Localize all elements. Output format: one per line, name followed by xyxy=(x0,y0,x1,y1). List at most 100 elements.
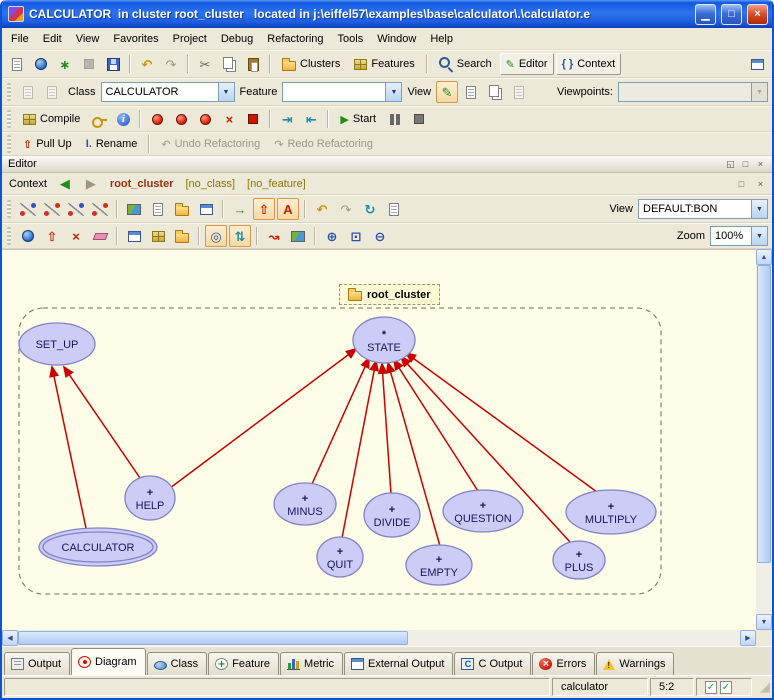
editor-panel-header[interactable]: Editor ◱ □ × xyxy=(2,156,772,173)
snapshot-icon[interactable] xyxy=(383,198,405,220)
copy-icon[interactable] xyxy=(218,53,240,75)
redo-diagram-icon[interactable]: ↷ xyxy=(335,198,357,220)
diagram-node-MULTIPLY[interactable]: +MULTIPLY xyxy=(566,490,656,534)
force-layout-icon[interactable]: ◎ xyxy=(205,225,227,247)
tab-metric[interactable]: Metric xyxy=(280,652,343,675)
context-forward-icon[interactable]: ▶ xyxy=(80,173,102,195)
menu-refactoring[interactable]: Refactoring xyxy=(260,30,330,48)
basic-text-view-icon[interactable]: ✎ xyxy=(436,81,458,103)
inheritance-mode-icon[interactable]: ⇧ xyxy=(253,198,275,220)
menu-help[interactable]: Help xyxy=(423,30,460,48)
attach-debugger-icon[interactable] xyxy=(194,108,216,130)
close-panel-icon[interactable]: × xyxy=(753,177,768,191)
step-into-icon[interactable]: ⇥ xyxy=(276,108,298,130)
grid-layout-icon[interactable] xyxy=(147,225,169,247)
run-no-breakpoints-icon[interactable] xyxy=(170,108,192,130)
minimize-button[interactable]: ▁ xyxy=(695,4,716,25)
context-class-crumb[interactable]: [no_class] xyxy=(182,178,240,190)
run-icon[interactable] xyxy=(146,108,168,130)
menu-file[interactable]: File xyxy=(4,30,36,48)
eraser-icon[interactable] xyxy=(89,225,111,247)
refresh-diagram-icon[interactable]: ↻ xyxy=(359,198,381,220)
viewpoints-combo-dropdown[interactable]: ▼ xyxy=(751,83,767,101)
vertical-scrollbar[interactable]: ▲ ▼ xyxy=(756,249,772,630)
quality-icon[interactable] xyxy=(287,225,309,247)
context-back-icon[interactable]: ◀ xyxy=(54,173,76,195)
delete-item-icon[interactable]: × xyxy=(65,225,87,247)
zoom-combo[interactable]: 100% ▼ xyxy=(710,226,768,246)
history-forward-icon[interactable] xyxy=(41,81,63,103)
inheritance-edge[interactable] xyxy=(170,349,356,488)
compile-button[interactable]: Compile xyxy=(17,108,86,130)
add-client-link-icon[interactable]: → xyxy=(229,198,251,220)
tab-feature[interactable]: Feature xyxy=(208,652,279,675)
viewpoints-combo[interactable]: ▼ xyxy=(618,82,768,102)
diagram-node-DIVIDE[interactable]: +DIVIDE xyxy=(364,493,420,537)
stop-application-icon[interactable] xyxy=(242,108,264,130)
open-project-icon[interactable] xyxy=(30,53,52,75)
tab-output[interactable]: Output xyxy=(4,652,70,675)
diagram-view-combo[interactable]: DEFAULT:BON ▼ xyxy=(638,199,768,219)
aggregate-tool-icon[interactable] xyxy=(89,198,111,220)
class-combo-dropdown[interactable]: ▼ xyxy=(218,83,234,101)
redo-refactoring-button[interactable]: ↷ Redo Refactoring xyxy=(268,133,379,155)
maximize-panel-icon[interactable]: □ xyxy=(734,177,749,191)
new-window-icon[interactable] xyxy=(195,198,217,220)
new-class-icon[interactable]: ∗ xyxy=(54,53,76,75)
inheritance-edge[interactable] xyxy=(64,367,140,478)
vertical-scroll-track[interactable] xyxy=(756,265,772,614)
menu-project[interactable]: Project xyxy=(166,30,214,48)
class-bubble-icon[interactable] xyxy=(17,225,39,247)
open-diagram-icon[interactable] xyxy=(171,198,193,220)
start-button[interactable]: ▶ Start xyxy=(334,108,382,130)
toolbar-grip[interactable] xyxy=(7,135,11,153)
diagram-node-MINUS[interactable]: +MINUS xyxy=(274,483,336,525)
menu-favorites[interactable]: Favorites xyxy=(106,30,165,48)
toolbar-grip[interactable] xyxy=(7,227,11,245)
feature-combo-dropdown[interactable]: ▼ xyxy=(385,83,401,101)
inheritance-tool-icon[interactable] xyxy=(41,198,63,220)
tab-warnings[interactable]: Warnings xyxy=(596,652,674,675)
menu-view[interactable]: View xyxy=(69,30,107,48)
inheritance-edge[interactable] xyxy=(312,358,369,484)
toolbar-grip[interactable] xyxy=(7,83,11,101)
zoom-fit-icon[interactable]: ⊡ xyxy=(345,225,367,247)
cluster-folder-icon[interactable] xyxy=(171,225,193,247)
inheritance-edge[interactable] xyxy=(382,364,391,494)
undo-icon[interactable]: ↶ xyxy=(136,53,158,75)
scroll-down-button[interactable]: ▼ xyxy=(756,614,772,630)
pause-icon[interactable] xyxy=(384,108,406,130)
step-out-icon[interactable]: ⇤ xyxy=(300,108,322,130)
diagram-node-STATE[interactable]: *STATE xyxy=(353,317,415,363)
clear-breakpoints-icon[interactable]: × xyxy=(218,108,240,130)
tab-c-output[interactable]: C Output xyxy=(454,652,531,675)
maximize-button[interactable]: □ xyxy=(721,4,742,25)
menu-window[interactable]: Window xyxy=(370,30,423,48)
zoom-in-icon[interactable]: ⊕ xyxy=(321,225,343,247)
editor-toggle-button[interactable]: ✎ Editor xyxy=(500,53,554,75)
external-editor-icon[interactable] xyxy=(746,53,768,75)
stop-debug-icon[interactable] xyxy=(408,108,430,130)
maximize-panel-icon[interactable]: □ xyxy=(738,157,753,171)
search-button[interactable]: Search xyxy=(433,53,498,75)
finalize-icon[interactable] xyxy=(88,108,110,130)
horizontal-scroll-track[interactable] xyxy=(18,630,740,646)
cluster-label[interactable]: root_cluster xyxy=(339,284,440,305)
undo-refactoring-button[interactable]: ↶ Undo Refactoring xyxy=(155,133,266,155)
close-panel-icon[interactable]: × xyxy=(753,157,768,171)
diagram-node-PLUS[interactable]: +PLUS xyxy=(553,541,605,579)
save-icon[interactable] xyxy=(102,53,124,75)
class-combo[interactable]: CALCULATOR ▼ xyxy=(101,82,235,102)
context-toggle-button[interactable]: { } Context xyxy=(556,53,622,75)
context-feature-crumb[interactable]: [no_feature] xyxy=(243,178,310,190)
tab-diagram[interactable]: Diagram xyxy=(71,648,146,675)
diagram-node-QUIT[interactable]: +QUIT xyxy=(317,537,363,577)
cut-icon[interactable]: ✂ xyxy=(194,53,216,75)
clusters-button[interactable]: Clusters xyxy=(276,53,346,75)
horizontal-scrollbar[interactable]: ◀ ▶ xyxy=(2,630,756,646)
arrange-icon[interactable]: ⇅ xyxy=(229,225,251,247)
diagram-node-CALCULATOR[interactable]: CALCULATOR xyxy=(39,528,157,566)
print-icon[interactable] xyxy=(147,198,169,220)
vertical-scroll-thumb[interactable] xyxy=(757,265,771,563)
scroll-right-button[interactable]: ▶ xyxy=(740,630,756,646)
